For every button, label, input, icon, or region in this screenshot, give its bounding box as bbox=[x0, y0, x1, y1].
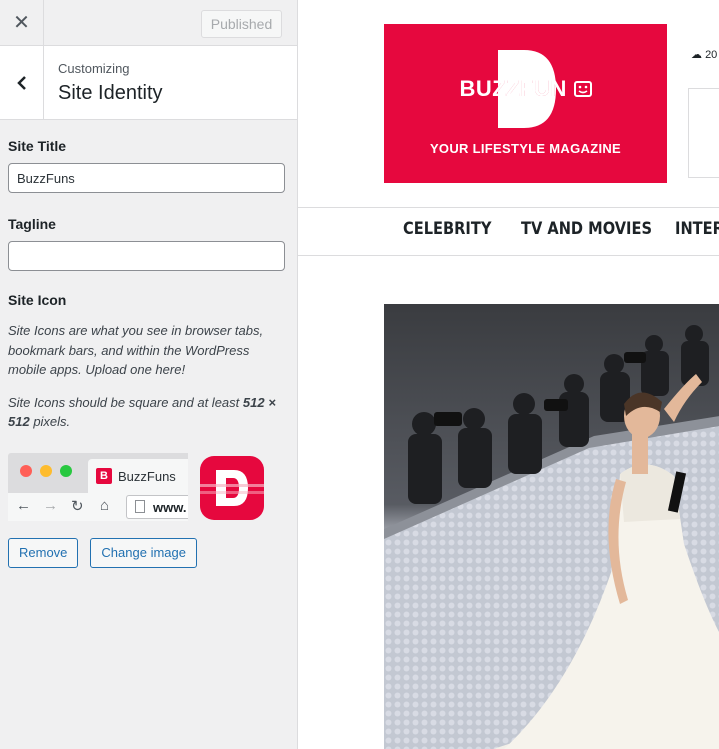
published-button[interactable]: Published bbox=[201, 10, 282, 38]
site-icon-actions: Remove Change image bbox=[8, 537, 289, 568]
favicon-icon: B bbox=[96, 467, 112, 484]
customizer-screen: ✕ Published Customizing Site Identity Si… bbox=[0, 0, 719, 749]
site-icon-preview: B BuzzFuns ← → ↻ ⌂ www. bbox=[8, 452, 289, 523]
tagline-input[interactable] bbox=[8, 241, 285, 271]
browser-preview: B BuzzFuns ← → ↻ ⌂ www. bbox=[8, 452, 188, 521]
forward-arrow-icon: → bbox=[43, 496, 58, 514]
logo-tagline: YOUR LIFESTYLE MAGAZINE bbox=[429, 141, 622, 156]
browser-toolbar: ← → ↻ ⌂ www. bbox=[8, 492, 188, 521]
maximize-dot-icon bbox=[60, 464, 72, 477]
identity-controls: Site Title Tagline Site Icon Site Icons … bbox=[0, 120, 297, 568]
featured-photo bbox=[384, 304, 719, 749]
weather-widget: ☁ 20 bbox=[691, 48, 717, 61]
section-header: Customizing Site Identity bbox=[0, 46, 297, 120]
weather-temp: 20 bbox=[705, 49, 718, 61]
tagline-label: Tagline bbox=[8, 216, 56, 232]
site-icon-description: Site Icons are what you see in browser t… bbox=[8, 323, 264, 377]
back-arrow-icon: ← bbox=[16, 496, 31, 514]
nav-divider-bottom bbox=[298, 255, 719, 256]
url-bar: www. bbox=[126, 494, 188, 519]
close-dot-icon bbox=[20, 464, 32, 477]
close-icon[interactable]: ✕ bbox=[0, 0, 44, 45]
back-button[interactable] bbox=[0, 46, 44, 119]
url-text: www. bbox=[153, 499, 187, 515]
remove-button[interactable]: Remove bbox=[8, 537, 79, 568]
site-preview: BUZZFUN YOUR LIFESTYLE MAGAZINE ☁ 20 CEL… bbox=[298, 0, 719, 749]
chevron-left-icon bbox=[16, 75, 26, 90]
site-logo[interactable]: BUZZFUN YOUR LIFESTYLE MAGAZINE bbox=[384, 24, 667, 183]
customizer-header: ✕ Published bbox=[0, 0, 297, 46]
header-ad-box bbox=[688, 88, 719, 178]
menu-item-celebrity[interactable]: CELEBRITY bbox=[403, 219, 491, 239]
nav-divider bbox=[298, 207, 719, 208]
primary-menu: CELEBRITY TV AND MOVIES INTER bbox=[298, 219, 719, 245]
site-icon-label: Site Icon bbox=[8, 292, 67, 308]
site-icon-size-note: Site Icons should be square and at least… bbox=[8, 394, 276, 430]
smiley-box-icon bbox=[573, 81, 592, 97]
featured-image[interactable] bbox=[384, 304, 719, 749]
page-icon bbox=[135, 499, 145, 513]
cloud-icon: ☁ bbox=[691, 49, 702, 61]
section-title: Site Identity bbox=[58, 82, 163, 104]
change-image-button[interactable]: Change image bbox=[90, 537, 197, 568]
home-icon: ⌂ bbox=[100, 496, 110, 514]
site-title-label: Site Title bbox=[8, 138, 67, 154]
breadcrumb: Customizing bbox=[58, 61, 130, 76]
browser-tab-title: BuzzFuns bbox=[118, 468, 176, 484]
site-icon-logo bbox=[200, 469, 264, 506]
browser-tab: B BuzzFuns bbox=[88, 458, 188, 493]
reload-icon: ↻ bbox=[71, 497, 84, 515]
logo-wordmark: BUZZFUN bbox=[384, 76, 667, 102]
minimize-dot-icon bbox=[40, 464, 52, 477]
menu-item-internet[interactable]: INTER bbox=[675, 219, 719, 239]
site-title-input[interactable] bbox=[8, 163, 285, 193]
menu-item-tv-and-movies[interactable]: TV AND MOVIES bbox=[521, 219, 652, 239]
customizer-sidebar: ✕ Published Customizing Site Identity Si… bbox=[0, 0, 298, 749]
app-icon-preview bbox=[200, 455, 264, 520]
